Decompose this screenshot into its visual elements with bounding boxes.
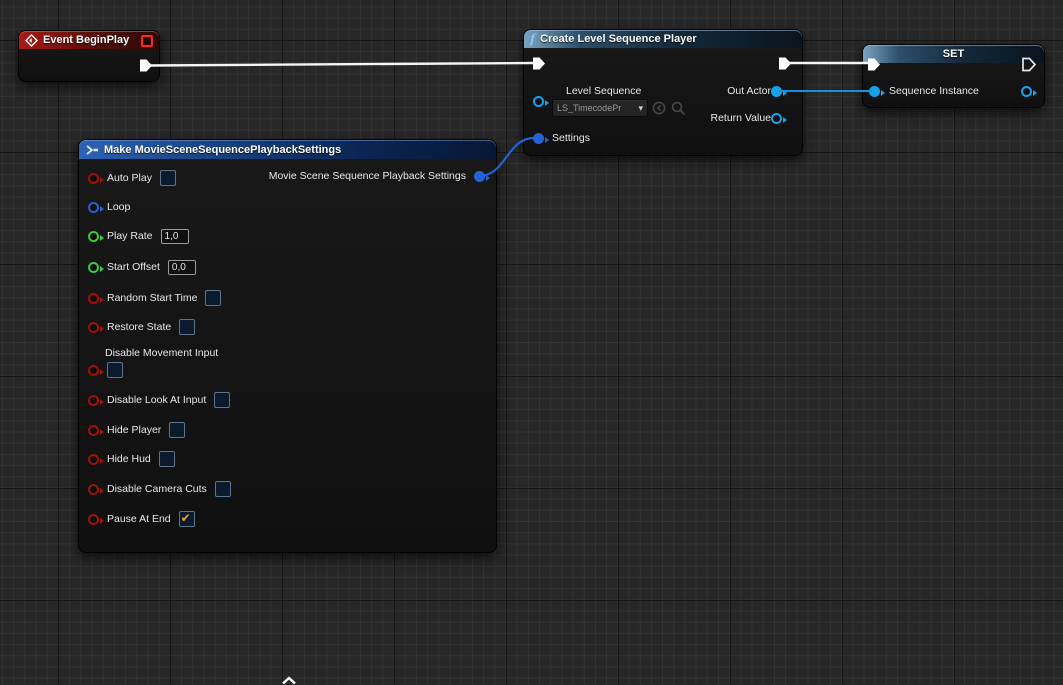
pin-disable-camera-cuts[interactable] bbox=[88, 484, 99, 495]
sequence-instance-out-pin[interactable] bbox=[1021, 86, 1032, 97]
out-actor-pin[interactable] bbox=[771, 86, 782, 97]
checkbox-disable-movement-input[interactable] bbox=[107, 362, 123, 378]
playback-settings-out-pin[interactable] bbox=[474, 171, 485, 182]
pin-pause-at-end[interactable] bbox=[88, 514, 99, 525]
browse-asset-icon[interactable] bbox=[671, 101, 686, 116]
node-title: Make MovieSceneSequencePlaybackSettings bbox=[104, 144, 341, 156]
input-row-restore-state: Restore State bbox=[79, 319, 195, 335]
pin-label-auto-play: Auto Play bbox=[107, 172, 152, 184]
node-title: SET bbox=[943, 48, 964, 60]
checkbox-disable-camera-cuts[interactable] bbox=[215, 481, 231, 497]
pin-label-loop: Loop bbox=[107, 201, 130, 213]
node-header[interactable]: Event BeginPlay bbox=[19, 31, 159, 49]
pin-label-sequence-instance: Sequence Instance bbox=[889, 85, 979, 97]
event-diamond-icon bbox=[25, 34, 38, 47]
input-row-hide-hud: Hide Hud bbox=[79, 451, 175, 467]
input-row-loop: Loop bbox=[79, 199, 130, 215]
exec-in-pin[interactable] bbox=[866, 57, 881, 72]
pin-label-disable-look-at-input: Disable Look At Input bbox=[107, 394, 206, 406]
node-header[interactable]: Make MovieSceneSequencePlaybackSettings bbox=[79, 140, 496, 159]
pin-label-disable-camera-cuts: Disable Camera Cuts bbox=[107, 483, 207, 495]
delegate-pin-icon[interactable] bbox=[141, 35, 153, 47]
pin-hide-player[interactable] bbox=[88, 425, 99, 436]
input-row-disable-look-at-input: Disable Look At Input bbox=[79, 392, 230, 408]
collapse-node-chevron-icon[interactable] bbox=[281, 676, 297, 685]
level-sequence-pin[interactable] bbox=[533, 96, 544, 107]
pin-label-random-start-time: Random Start Time bbox=[107, 292, 197, 304]
pin-label-return-value: Return Value bbox=[710, 112, 771, 124]
pin-loop[interactable] bbox=[88, 202, 99, 213]
checkbox-hide-hud[interactable] bbox=[159, 451, 175, 467]
checkbox-disable-look-at-input[interactable] bbox=[214, 392, 230, 408]
input-row-auto-play: Auto Play bbox=[79, 170, 176, 186]
exec-out-pin[interactable] bbox=[138, 58, 153, 73]
input-row-disable-camera-cuts: Disable Camera Cuts bbox=[79, 481, 231, 497]
pin-disable-look-at-input[interactable] bbox=[88, 395, 99, 406]
pin-restore-state[interactable] bbox=[88, 322, 99, 333]
node-header[interactable]: f Create Level Sequence Player bbox=[524, 30, 802, 48]
pin-random-start-time[interactable] bbox=[88, 293, 99, 304]
input-row-hide-player: Hide Player bbox=[79, 422, 185, 438]
node-create-level-sequence-player[interactable]: f Create Level Sequence Player Level Seq… bbox=[523, 29, 803, 156]
node-set-sequence-instance[interactable]: SET Sequence Instance bbox=[862, 44, 1045, 108]
pin-label-disable-movement-input: Disable Movement Input bbox=[105, 347, 218, 359]
input-row-play-rate: Play Rate bbox=[79, 228, 189, 244]
input-row-random-start-time: Random Start Time bbox=[79, 290, 221, 306]
node-event-beginplay[interactable]: Event BeginPlay bbox=[18, 30, 160, 82]
exec-out-pin[interactable] bbox=[777, 56, 792, 71]
input-row-disable-movement-input: Disable Movement Input bbox=[79, 347, 218, 378]
pin-play-rate[interactable] bbox=[88, 231, 99, 242]
pin-disable-movement-input[interactable] bbox=[88, 365, 99, 376]
sequence-instance-in-pin[interactable] bbox=[869, 86, 880, 97]
pin-label-hide-player: Hide Player bbox=[107, 424, 161, 436]
checkbox-pause-at-end[interactable] bbox=[179, 511, 195, 527]
pin-hide-hud[interactable] bbox=[88, 454, 99, 465]
output-row: Movie Scene Sequence Playback Settings bbox=[269, 170, 485, 182]
pin-label-hide-hud: Hide Hud bbox=[107, 453, 151, 465]
pin-auto-play[interactable] bbox=[88, 173, 99, 184]
pin-label-start-offset: Start Offset bbox=[107, 261, 160, 273]
node-title: Event BeginPlay bbox=[43, 34, 129, 46]
chevron-down-icon: ▾ bbox=[638, 104, 643, 113]
checkbox-random-start-time[interactable] bbox=[205, 290, 221, 306]
node-make-moviescene-playback-settings[interactable]: Make MovieSceneSequencePlaybackSettings … bbox=[78, 139, 497, 553]
value-field-play-rate[interactable] bbox=[161, 229, 189, 244]
pin-label-level-sequence: Level Sequence bbox=[566, 85, 641, 97]
input-row-start-offset: Start Offset bbox=[79, 259, 196, 275]
make-struct-icon bbox=[85, 144, 99, 156]
pin-label-output: Movie Scene Sequence Playback Settings bbox=[269, 170, 466, 182]
wire-exec-beginplay-to-create bbox=[149, 63, 534, 66]
pin-label-settings: Settings bbox=[552, 132, 590, 144]
level-sequence-asset-dropdown[interactable]: LS_TimecodePr ▾ bbox=[552, 99, 648, 117]
settings-pin[interactable] bbox=[533, 133, 544, 144]
pin-label-pause-at-end: Pause At End bbox=[107, 513, 171, 525]
function-icon: f bbox=[530, 33, 535, 45]
use-selected-asset-icon[interactable] bbox=[652, 101, 666, 115]
node-title: Create Level Sequence Player bbox=[540, 33, 697, 45]
pin-start-offset[interactable] bbox=[88, 262, 99, 273]
asset-name: LS_TimecodePr bbox=[557, 103, 621, 113]
input-row-pause-at-end: Pause At End bbox=[79, 511, 195, 527]
pin-label-restore-state: Restore State bbox=[107, 321, 171, 333]
pin-label-out-actor: Out Actor bbox=[727, 85, 771, 97]
value-field-start-offset[interactable] bbox=[168, 260, 196, 275]
exec-out-pin[interactable] bbox=[1021, 57, 1036, 72]
exec-in-pin[interactable] bbox=[531, 56, 546, 71]
checkbox-restore-state[interactable] bbox=[179, 319, 195, 335]
pin-label-play-rate: Play Rate bbox=[107, 230, 153, 242]
checkbox-hide-player[interactable] bbox=[169, 422, 185, 438]
node-header[interactable]: SET bbox=[863, 45, 1044, 63]
checkbox-auto-play[interactable] bbox=[160, 170, 176, 186]
return-value-pin[interactable] bbox=[771, 113, 782, 124]
